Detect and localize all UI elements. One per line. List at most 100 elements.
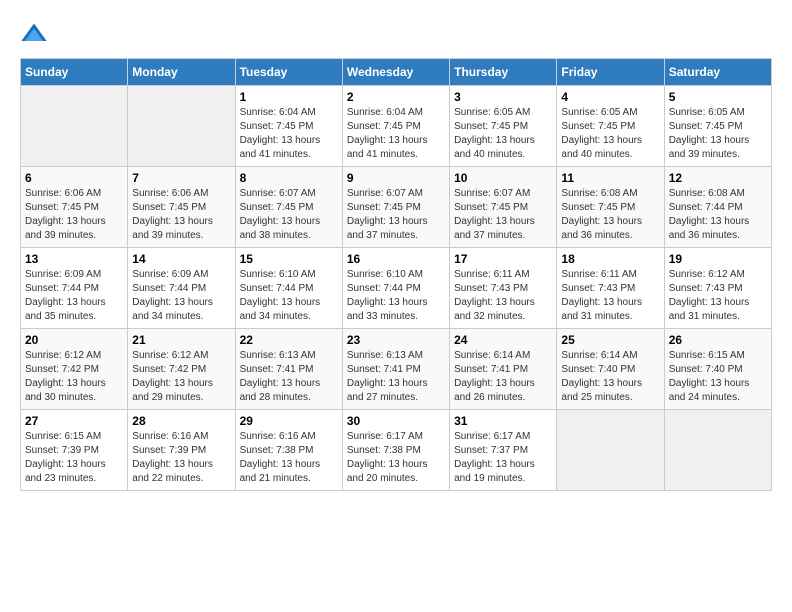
day-number: 7 [132,171,230,185]
day-detail: Sunrise: 6:10 AMSunset: 7:44 PMDaylight:… [347,268,445,324]
day-detail: Sunrise: 6:16 AMSunset: 7:38 PMDaylight:… [240,430,338,486]
calendar-cell: 28 Sunrise: 6:16 AMSunset: 7:39 PMDaylig… [128,410,235,491]
day-number: 22 [240,333,338,347]
day-detail: Sunrise: 6:17 AMSunset: 7:37 PMDaylight:… [454,430,552,486]
calendar-cell: 29 Sunrise: 6:16 AMSunset: 7:38 PMDaylig… [235,410,342,491]
calendar-cell: 2 Sunrise: 6:04 AMSunset: 7:45 PMDayligh… [342,86,449,167]
day-detail: Sunrise: 6:04 AMSunset: 7:45 PMDaylight:… [240,106,338,162]
weekday-header-sunday: Sunday [21,59,128,86]
day-detail: Sunrise: 6:14 AMSunset: 7:41 PMDaylight:… [454,349,552,405]
day-number: 16 [347,252,445,266]
calendar-cell [21,86,128,167]
day-number: 20 [25,333,123,347]
calendar-cell: 7 Sunrise: 6:06 AMSunset: 7:45 PMDayligh… [128,167,235,248]
calendar-cell: 10 Sunrise: 6:07 AMSunset: 7:45 PMDaylig… [450,167,557,248]
calendar-cell: 6 Sunrise: 6:06 AMSunset: 7:45 PMDayligh… [21,167,128,248]
weekday-header-friday: Friday [557,59,664,86]
day-detail: Sunrise: 6:12 AMSunset: 7:42 PMDaylight:… [25,349,123,405]
day-detail: Sunrise: 6:05 AMSunset: 7:45 PMDaylight:… [561,106,659,162]
calendar-cell: 11 Sunrise: 6:08 AMSunset: 7:45 PMDaylig… [557,167,664,248]
calendar-cell: 26 Sunrise: 6:15 AMSunset: 7:40 PMDaylig… [664,329,771,410]
weekday-header-monday: Monday [128,59,235,86]
calendar-cell: 3 Sunrise: 6:05 AMSunset: 7:45 PMDayligh… [450,86,557,167]
calendar-cell: 21 Sunrise: 6:12 AMSunset: 7:42 PMDaylig… [128,329,235,410]
weekday-header-saturday: Saturday [664,59,771,86]
calendar-cell: 24 Sunrise: 6:14 AMSunset: 7:41 PMDaylig… [450,329,557,410]
day-detail: Sunrise: 6:16 AMSunset: 7:39 PMDaylight:… [132,430,230,486]
weekday-header-thursday: Thursday [450,59,557,86]
weekday-header-tuesday: Tuesday [235,59,342,86]
day-detail: Sunrise: 6:11 AMSunset: 7:43 PMDaylight:… [454,268,552,324]
day-number: 28 [132,414,230,428]
day-number: 18 [561,252,659,266]
calendar-cell: 8 Sunrise: 6:07 AMSunset: 7:45 PMDayligh… [235,167,342,248]
logo [20,20,52,48]
calendar-cell: 15 Sunrise: 6:10 AMSunset: 7:44 PMDaylig… [235,248,342,329]
calendar-cell: 16 Sunrise: 6:10 AMSunset: 7:44 PMDaylig… [342,248,449,329]
day-detail: Sunrise: 6:14 AMSunset: 7:40 PMDaylight:… [561,349,659,405]
calendar-cell [664,410,771,491]
calendar-cell: 4 Sunrise: 6:05 AMSunset: 7:45 PMDayligh… [557,86,664,167]
calendar-cell: 13 Sunrise: 6:09 AMSunset: 7:44 PMDaylig… [21,248,128,329]
logo-icon [20,20,48,48]
day-detail: Sunrise: 6:13 AMSunset: 7:41 PMDaylight:… [347,349,445,405]
calendar-cell: 31 Sunrise: 6:17 AMSunset: 7:37 PMDaylig… [450,410,557,491]
day-detail: Sunrise: 6:09 AMSunset: 7:44 PMDaylight:… [132,268,230,324]
day-number: 13 [25,252,123,266]
day-number: 15 [240,252,338,266]
day-number: 5 [669,90,767,104]
calendar-cell: 23 Sunrise: 6:13 AMSunset: 7:41 PMDaylig… [342,329,449,410]
day-number: 30 [347,414,445,428]
day-number: 9 [347,171,445,185]
day-number: 17 [454,252,552,266]
day-detail: Sunrise: 6:08 AMSunset: 7:45 PMDaylight:… [561,187,659,243]
calendar-table: SundayMondayTuesdayWednesdayThursdayFrid… [20,58,772,491]
calendar-cell: 30 Sunrise: 6:17 AMSunset: 7:38 PMDaylig… [342,410,449,491]
calendar-cell: 22 Sunrise: 6:13 AMSunset: 7:41 PMDaylig… [235,329,342,410]
day-number: 19 [669,252,767,266]
day-detail: Sunrise: 6:15 AMSunset: 7:39 PMDaylight:… [25,430,123,486]
day-number: 27 [25,414,123,428]
day-detail: Sunrise: 6:07 AMSunset: 7:45 PMDaylight:… [454,187,552,243]
day-number: 14 [132,252,230,266]
day-detail: Sunrise: 6:07 AMSunset: 7:45 PMDaylight:… [240,187,338,243]
day-number: 29 [240,414,338,428]
day-number: 10 [454,171,552,185]
calendar-cell: 19 Sunrise: 6:12 AMSunset: 7:43 PMDaylig… [664,248,771,329]
calendar-cell: 17 Sunrise: 6:11 AMSunset: 7:43 PMDaylig… [450,248,557,329]
weekday-header-wednesday: Wednesday [342,59,449,86]
calendar-cell: 18 Sunrise: 6:11 AMSunset: 7:43 PMDaylig… [557,248,664,329]
day-detail: Sunrise: 6:13 AMSunset: 7:41 PMDaylight:… [240,349,338,405]
calendar-cell: 1 Sunrise: 6:04 AMSunset: 7:45 PMDayligh… [235,86,342,167]
day-detail: Sunrise: 6:15 AMSunset: 7:40 PMDaylight:… [669,349,767,405]
calendar-cell [128,86,235,167]
calendar-cell: 25 Sunrise: 6:14 AMSunset: 7:40 PMDaylig… [557,329,664,410]
day-detail: Sunrise: 6:09 AMSunset: 7:44 PMDaylight:… [25,268,123,324]
day-number: 21 [132,333,230,347]
day-detail: Sunrise: 6:06 AMSunset: 7:45 PMDaylight:… [132,187,230,243]
day-detail: Sunrise: 6:04 AMSunset: 7:45 PMDaylight:… [347,106,445,162]
day-detail: Sunrise: 6:11 AMSunset: 7:43 PMDaylight:… [561,268,659,324]
day-detail: Sunrise: 6:06 AMSunset: 7:45 PMDaylight:… [25,187,123,243]
day-number: 25 [561,333,659,347]
calendar-cell: 14 Sunrise: 6:09 AMSunset: 7:44 PMDaylig… [128,248,235,329]
day-number: 3 [454,90,552,104]
day-number: 23 [347,333,445,347]
day-number: 31 [454,414,552,428]
day-detail: Sunrise: 6:10 AMSunset: 7:44 PMDaylight:… [240,268,338,324]
day-detail: Sunrise: 6:07 AMSunset: 7:45 PMDaylight:… [347,187,445,243]
day-number: 4 [561,90,659,104]
day-number: 8 [240,171,338,185]
day-number: 11 [561,171,659,185]
day-detail: Sunrise: 6:12 AMSunset: 7:43 PMDaylight:… [669,268,767,324]
calendar-cell: 9 Sunrise: 6:07 AMSunset: 7:45 PMDayligh… [342,167,449,248]
day-number: 24 [454,333,552,347]
day-number: 2 [347,90,445,104]
calendar-cell: 27 Sunrise: 6:15 AMSunset: 7:39 PMDaylig… [21,410,128,491]
day-detail: Sunrise: 6:05 AMSunset: 7:45 PMDaylight:… [454,106,552,162]
day-detail: Sunrise: 6:17 AMSunset: 7:38 PMDaylight:… [347,430,445,486]
day-detail: Sunrise: 6:08 AMSunset: 7:44 PMDaylight:… [669,187,767,243]
page-header [20,20,772,48]
calendar-cell: 20 Sunrise: 6:12 AMSunset: 7:42 PMDaylig… [21,329,128,410]
calendar-cell: 12 Sunrise: 6:08 AMSunset: 7:44 PMDaylig… [664,167,771,248]
